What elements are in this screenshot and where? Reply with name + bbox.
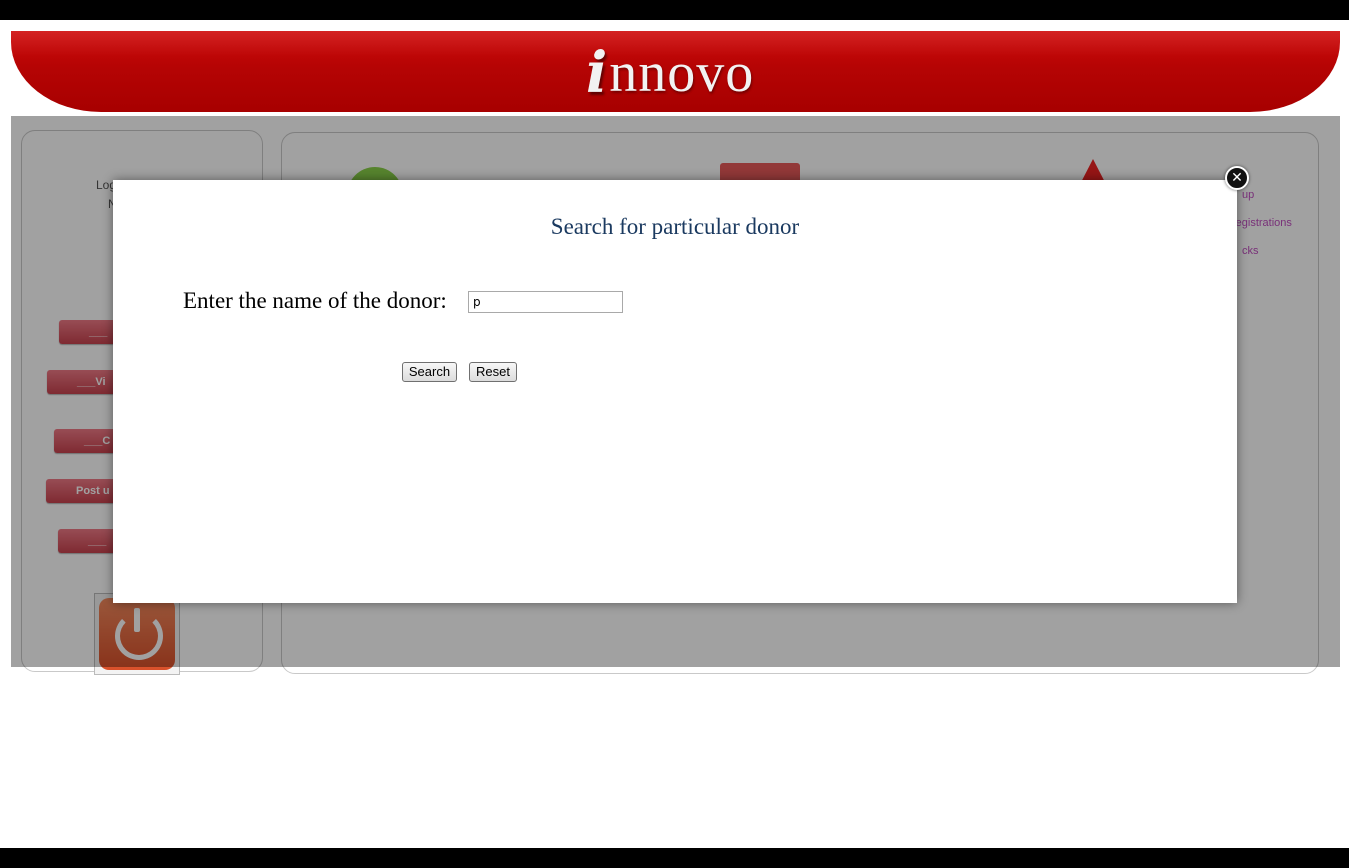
reset-button[interactable]: Reset	[469, 362, 517, 382]
donor-name-input[interactable]	[468, 291, 623, 313]
site-header: i nnovo	[11, 31, 1340, 112]
top-black-bar	[0, 0, 1349, 20]
search-button[interactable]: Search	[402, 362, 457, 382]
logo-initial: i	[586, 40, 608, 106]
donor-name-label: Enter the name of the donor:	[183, 288, 447, 313]
innovo-logo: i nnovo	[586, 43, 754, 103]
close-icon[interactable]: ✕	[1225, 166, 1249, 190]
search-donor-dialog: Search for particular donor Enter the na…	[113, 180, 1237, 603]
bottom-black-bar	[0, 848, 1349, 868]
dialog-title: Search for particular donor	[550, 214, 800, 239]
logo-text: nnovo	[609, 42, 755, 104]
